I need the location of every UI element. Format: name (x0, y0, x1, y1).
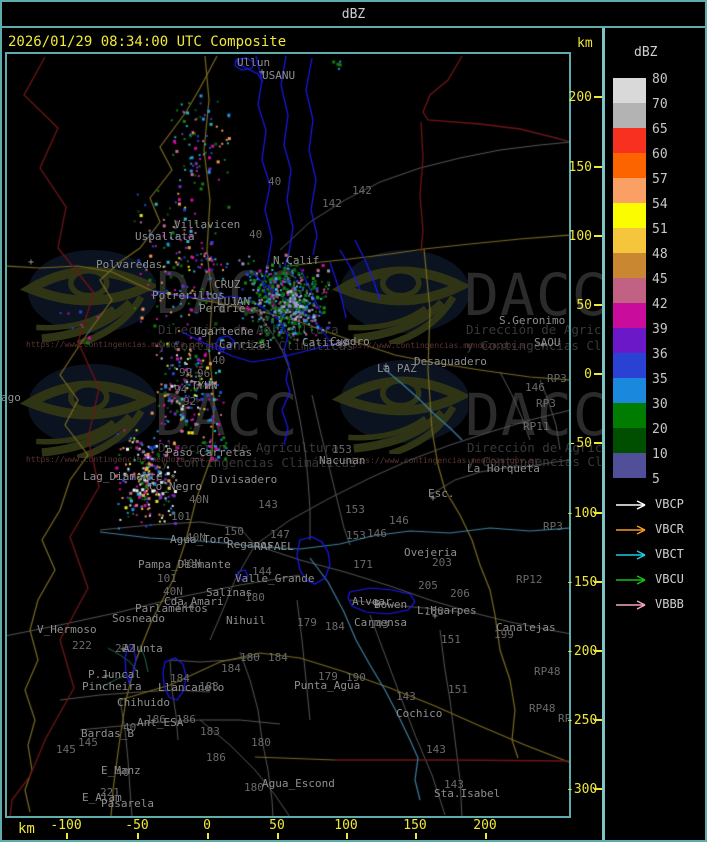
colorbar-tick-label: 35 (652, 372, 668, 387)
colorbar-tick-label: 30 (652, 397, 668, 412)
right-axis-tick-label: -100 (566, 506, 598, 521)
legend-row-vbct: VBCT (615, 546, 705, 561)
right-axis-tick-label: -200 (566, 644, 598, 659)
window-title: dBZ (341, 6, 366, 22)
bottom-axis-tick-label: 150 (403, 818, 427, 833)
colorbar-tick-label: 57 (652, 172, 668, 187)
colorbar-band (613, 153, 646, 178)
legend-arrow-icon (616, 575, 646, 585)
colorbar-band (613, 253, 646, 278)
legend-row-vbcu: VBCU (615, 571, 705, 586)
colorbar-tick-label: 54 (652, 197, 668, 212)
legend-arrow-icon (616, 500, 646, 510)
right-axis-tick-label: 200 (568, 90, 592, 105)
right-axis-unit-label: km (577, 36, 593, 51)
legend-arrow-icon (616, 550, 646, 560)
colorbar-band (613, 428, 646, 453)
bottom-axis-tick (207, 833, 209, 839)
colorbar-band (613, 78, 646, 103)
colorbar-tick-label: 5 (652, 472, 660, 487)
colorbar-band (613, 403, 646, 428)
right-axis-tick-label: -150 (566, 575, 598, 590)
colorbar-band (613, 128, 646, 153)
radar-map-canvas (7, 54, 569, 816)
bottom-axis-tick (485, 833, 487, 839)
colorbar-band (613, 328, 646, 353)
colorbar-tick-label: 42 (652, 297, 668, 312)
colorbar-band (613, 303, 646, 328)
colorbar-title: dBZ (634, 45, 658, 60)
legend-arrow-icon (616, 525, 646, 535)
colorbar-band (613, 378, 646, 403)
colorbar-tick-label: 39 (652, 322, 668, 337)
colorbar-tick-label: 51 (652, 222, 668, 237)
colorbar-tick-label: 45 (652, 272, 668, 287)
bottom-axis-tick-label: -100 (50, 818, 82, 833)
legend-row-vbcp: VBCP (615, 496, 705, 511)
legend-row-vbbb: VBBB (615, 596, 705, 611)
colorbar-band (613, 353, 646, 378)
colorbar-tick-label: 80 (652, 72, 668, 87)
bottom-axis-tick (346, 833, 348, 839)
right-axis-tick-label: 100 (568, 229, 592, 244)
legend-label: VBCR (655, 522, 684, 536)
bottom-axis-tick-label: 200 (473, 818, 497, 833)
right-axis-tick-label: -50 (568, 436, 592, 451)
right-axis-tick-label: -300 (566, 782, 598, 797)
title-bar: dBZ (2, 2, 705, 26)
legend-label: VBCP (655, 497, 684, 511)
colorbar-tick-label: 10 (652, 447, 668, 462)
bottom-axis-tick-label: -50 (125, 818, 149, 833)
colorbar-band (613, 178, 646, 203)
colorbar-band (613, 203, 646, 228)
colorbar-tick-label: 70 (652, 97, 668, 112)
bottom-axis-tick (415, 833, 417, 839)
colorbar-tick-label: 20 (652, 422, 668, 437)
colorbar-tick-label: 65 (652, 122, 668, 137)
bottom-axis-tick-label: 50 (269, 818, 285, 833)
colorbar-band (613, 453, 646, 478)
right-axis-tick-label: 0 (584, 367, 592, 382)
colorbar-tick-label: 36 (652, 347, 668, 362)
right-axis-tick-label: 150 (568, 160, 592, 175)
bottom-axis-tick-label: 100 (334, 818, 358, 833)
colorbar-band (613, 228, 646, 253)
colorbar-tick-label: 60 (652, 147, 668, 162)
right-axis-tick-label: -250 (566, 713, 598, 728)
bottom-axis-tick (137, 833, 139, 839)
title-separator (2, 26, 705, 28)
colorbar-tick-label: 48 (652, 247, 668, 262)
legend-label: VBCU (655, 572, 684, 586)
colorbar-band (613, 278, 646, 303)
timestamp-label: 2026/01/29 08:34:00 UTC Composite (8, 34, 287, 50)
bottom-axis-unit-label: km (18, 821, 35, 837)
radar-app-window: dBZ 2026/01/29 08:34:00 UTC Composite km… (0, 0, 707, 842)
legend-label: VBCT (655, 547, 684, 561)
color-scale-panel: dBZ 80 70 65 60 57 54 51 48 45 42 39 36 35 30 20 10 5 VB… (605, 28, 705, 840)
bottom-axis-tick (66, 833, 68, 839)
legend-row-vbcr: VBCR (615, 521, 705, 536)
bottom-axis-tick-label: 0 (203, 818, 211, 833)
right-axis-tick-label: 50 (576, 298, 592, 313)
bottom-axis-tick (277, 833, 279, 839)
legend-label: VBBB (655, 597, 684, 611)
legend-arrow-icon (616, 600, 646, 610)
colorbar-band (613, 103, 646, 128)
